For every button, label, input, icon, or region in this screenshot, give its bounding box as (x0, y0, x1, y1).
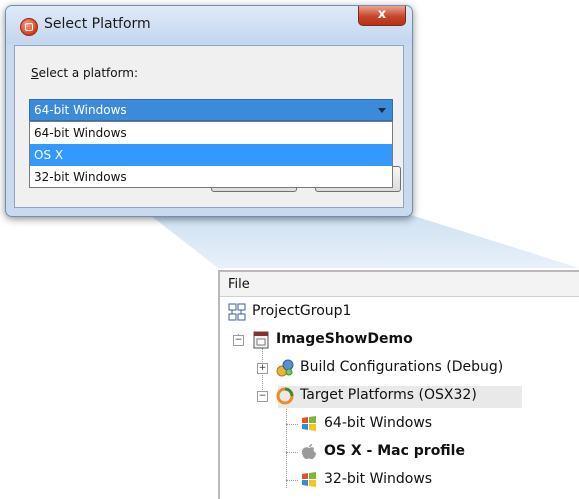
platform-prompt-label: Select a platform: (31, 66, 138, 80)
build-configurations-label: Build Configurations (Debug) (300, 359, 504, 375)
platform-option-64bit-windows[interactable]: 64-bit Windows (30, 122, 392, 144)
tree-node-platform-osx[interactable]: OS X - Mac profile (220, 440, 579, 464)
platform-option-32bit-windows[interactable]: 32-bit Windows (30, 166, 392, 188)
prompt-label-text: elect a platform: (38, 66, 139, 80)
collapse-target-platforms-icon[interactable]: − (257, 391, 268, 402)
expand-build-configurations-icon[interactable]: + (257, 363, 268, 374)
project-manager-tree: File ProjectGroup1 − ImageShowDemo + Bui… (218, 270, 579, 499)
close-button[interactable]: x (358, 6, 406, 26)
tree-node-project-group[interactable]: ProjectGroup1 (220, 300, 579, 324)
tree-node-build-configurations[interactable]: + Build Configurations (Debug) (220, 356, 579, 380)
project-group-icon (228, 303, 246, 321)
windows-logo-icon (302, 416, 316, 431)
platform-win64-label: 64-bit Windows (324, 415, 433, 431)
project-group-label: ProjectGroup1 (252, 303, 352, 319)
select-platform-dialog: Select Platform x Select a platform: 64-… (5, 5, 413, 217)
tree-node-target-platforms[interactable]: − Target Platforms (OSX32) (220, 384, 579, 408)
windows-logo-icon (302, 472, 316, 487)
platform-select-value: 64-bit Windows (34, 103, 127, 117)
project-label: ImageShowDemo (276, 331, 413, 347)
platform-win32-label: 32-bit Windows (324, 471, 433, 487)
platform-option-osx[interactable]: OS X (30, 144, 392, 166)
apple-logo-icon (302, 444, 316, 460)
collapse-project-icon[interactable]: − (233, 335, 244, 346)
menu-file[interactable]: File (228, 277, 250, 292)
prompt-accelerator-key: S (31, 66, 39, 80)
menu-bar: File (220, 272, 579, 297)
platform-select[interactable]: 64-bit Windows (29, 99, 393, 121)
project-file-icon (253, 331, 269, 349)
dialog-body: Select a platform: 64-bit Windows 64-bit… (14, 45, 404, 208)
tree-node-project[interactable]: − ImageShowDemo (220, 328, 579, 352)
dialog-titlebar: Select Platform x (6, 6, 412, 44)
tree-node-platform-win32[interactable]: 32-bit Windows (220, 468, 579, 492)
dialog-title: Select Platform (44, 16, 151, 32)
platform-osx-label: OS X - Mac profile (324, 443, 465, 459)
target-platforms-icon (276, 387, 294, 405)
chevron-down-icon[interactable] (378, 108, 386, 113)
app-logo-icon (20, 18, 38, 36)
platform-dropdown-list: 64-bit Windows OS X 32-bit Windows (29, 121, 393, 188)
build-configurations-icon (276, 359, 294, 377)
target-platforms-label: Target Platforms (OSX32) (300, 387, 477, 403)
tree-node-platform-win64[interactable]: 64-bit Windows (220, 412, 579, 436)
